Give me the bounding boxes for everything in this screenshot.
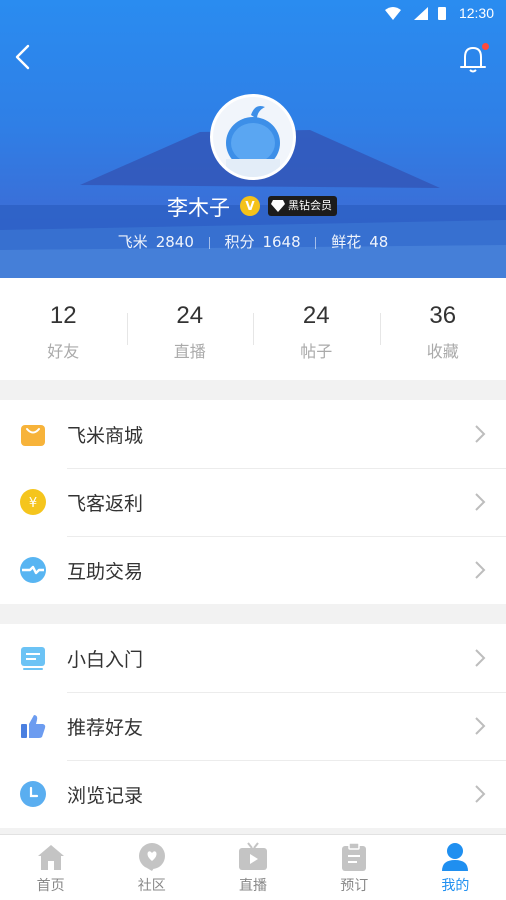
count-label: 直播: [173, 342, 206, 361]
tab-label: 首页: [36, 878, 65, 894]
profile-stats: 飞米 2840 积分 1648 鲜花 48: [0, 231, 506, 252]
status-bar: 12:30: [0, 0, 506, 28]
membership-badge[interactable]: 黑钻会员: [268, 196, 337, 216]
back-arrow-icon: [15, 44, 30, 70]
home-icon: [37, 845, 64, 870]
count-live[interactable]: 24 直播: [126, 278, 254, 380]
stat-flowers: 鲜花 48: [331, 233, 388, 251]
tab-live[interactable]: 直播: [202, 835, 303, 900]
stat-points: 积分 1648: [224, 233, 305, 251]
count-label: 收藏: [426, 342, 459, 361]
stat-feimi: 飞米 2840: [118, 233, 199, 251]
signal-icon: [414, 7, 428, 20]
avatar-mascot-icon: [226, 106, 280, 177]
menu-item-label: 推荐好友: [67, 716, 144, 739]
stat-value: 2840: [155, 233, 194, 251]
notification-button[interactable]: [456, 42, 490, 76]
thumbs-up-icon: [21, 715, 46, 738]
menu-item-label: 飞米商城: [67, 424, 144, 447]
tab-label: 预订: [340, 878, 369, 894]
count-label: 帖子: [300, 342, 333, 361]
menu-item-label: 互助交易: [67, 560, 144, 583]
counts-bar: 12 好友 24 直播 24 帖子 36 收藏: [0, 278, 506, 380]
tab-mine[interactable]: 我的: [405, 835, 506, 900]
battery-icon: [438, 7, 446, 20]
yen-coin-icon: ¥: [20, 489, 46, 515]
diamond-icon: [271, 200, 285, 212]
stat-value: 1648: [262, 233, 301, 251]
chevron-right-icon: [475, 493, 486, 511]
stat-label: 飞米: [117, 233, 148, 251]
menu-item-recommend-friends[interactable]: 推荐好友: [0, 692, 506, 760]
count-friends[interactable]: 12 好友: [0, 278, 127, 380]
svg-text:¥: ¥: [29, 496, 37, 511]
menu-item-label: 飞客返利: [67, 492, 144, 515]
status-time: 12:30: [458, 5, 494, 21]
bottom-tab-bar: 首页 社区 直播 预订 我的: [0, 834, 506, 900]
menu-item-mall[interactable]: 飞米商城: [0, 400, 506, 468]
exchange-icon: [20, 557, 46, 583]
count-value: 24: [302, 302, 330, 329]
guide-screen-icon: [21, 647, 45, 670]
profile-header: 12:30 李木子 V 黑钻会员 飞米 2840 积分 1648 鲜花 48: [0, 0, 506, 278]
avatar[interactable]: [210, 94, 296, 180]
chevron-right-icon: [475, 717, 486, 735]
chevron-right-icon: [475, 425, 486, 443]
count-label: 好友: [47, 342, 80, 361]
menu-item-label: 浏览记录: [67, 784, 144, 807]
live-tv-icon: [239, 842, 267, 870]
count-value: 24: [176, 302, 204, 329]
stat-divider: [208, 236, 210, 249]
menu-item-rebate[interactable]: ¥ 飞客返利: [0, 468, 506, 536]
user-icon: [442, 843, 469, 871]
menu-group-social: 小白入门 推荐好友 浏览记录: [0, 624, 506, 828]
chevron-right-icon: [475, 649, 486, 667]
count-posts[interactable]: 24 帖子: [253, 278, 380, 380]
verified-badge: V: [240, 196, 260, 216]
menu-item-label: 小白入门: [67, 648, 144, 671]
profile-name: 李木子: [167, 196, 230, 220]
count-value: 12: [49, 302, 77, 329]
tab-home[interactable]: 首页: [0, 835, 101, 900]
tab-label: 直播: [239, 878, 267, 894]
tab-booking[interactable]: 预订: [304, 835, 405, 900]
back-button[interactable]: [10, 40, 40, 74]
stat-label: 鲜花: [331, 233, 362, 251]
stat-label: 积分: [224, 233, 255, 251]
menu-item-browse-history[interactable]: 浏览记录: [0, 760, 506, 828]
menu-item-beginner-guide[interactable]: 小白入门: [0, 624, 506, 692]
clipboard-icon: [342, 842, 367, 871]
stat-value: 48: [369, 233, 389, 251]
chevron-right-icon: [475, 561, 486, 579]
community-icon: [138, 843, 165, 871]
count-value: 36: [429, 302, 457, 329]
notification-dot: [482, 43, 489, 50]
count-favorites[interactable]: 36 收藏: [379, 278, 506, 380]
shopping-bag-icon: [21, 425, 45, 446]
menu-item-exchange[interactable]: 互助交易: [0, 536, 506, 604]
chevron-right-icon: [475, 785, 486, 803]
stat-divider: [315, 236, 317, 249]
tab-community[interactable]: 社区: [101, 835, 202, 900]
tab-label: 社区: [137, 878, 166, 894]
menu-group-shopping: 飞米商城 ¥ 飞客返利 互助交易: [0, 400, 506, 604]
clock-icon: [20, 781, 46, 807]
wifi-icon: [385, 7, 401, 20]
membership-badge-label: 黑钻会员: [288, 199, 332, 212]
tab-label: 我的: [441, 878, 470, 894]
